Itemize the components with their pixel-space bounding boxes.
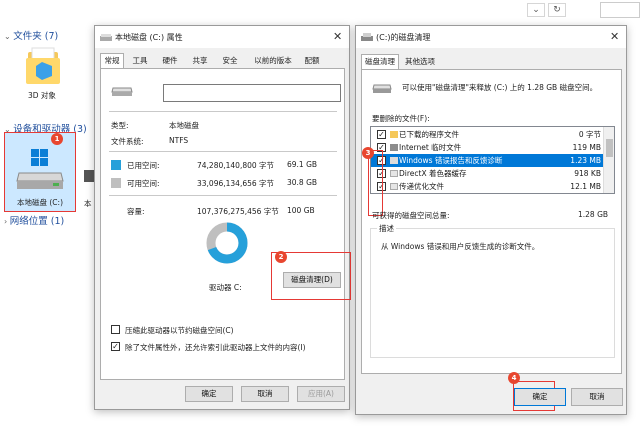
folder-icon [390,131,398,138]
tab-disk-cleanup[interactable]: 磁盘清理 [361,54,399,70]
search-input[interactable] [600,2,640,18]
tab-hardware[interactable]: 硬件 [158,53,182,68]
tab-general[interactable]: 常规 [100,53,124,69]
drive-icon [111,87,133,96]
cleanup-cancel-button[interactable]: 取消 [571,388,623,406]
list-item[interactable]: ✓ 已下载的程序文件 0 字节 [371,128,614,141]
tab-tools[interactable]: 工具 [128,53,152,68]
folder-3d-objects[interactable]: 3D 对象 [22,44,66,102]
cleanup-ok-button[interactable]: 确定 [514,388,566,406]
cleanup-panel: 可以使用"磁盘清理"来释放 (C:) 上的 1.28 GB 磁盘空间。 要删除的… [361,69,622,374]
cleanup-small-icon [361,33,373,41]
volume-label-input[interactable] [163,84,341,102]
tab-quota[interactable]: 配额 [300,53,324,68]
drive-icon [16,149,64,189]
section-folders[interactable]: ⌄ 文件夹 (7) [4,28,58,42]
cleanup-titlebar: (C:)的磁盘清理 ✕ [356,26,626,48]
lock-icon [390,144,398,151]
description-group: 描述 从 Windows 错误和用户反馈生成的诊断文件。 [370,223,615,358]
tab-previous-versions[interactable]: 以前的版本 [248,53,298,68]
close-icon[interactable]: ✕ [610,30,619,43]
cleanup-tabs: 磁盘清理 其他选项 [361,54,621,70]
file-icon [390,183,398,190]
free-space-swatch [111,178,121,188]
folder-icon [26,47,60,84]
dropdown-button[interactable]: ⌄ [527,3,545,17]
drive-small-icon [100,34,112,41]
properties-ok-button[interactable]: 确定 [185,386,233,402]
usage-donut-chart [206,222,248,264]
cleanup-drive-icon [372,84,392,93]
properties-apply-button[interactable]: 应用(A) [297,386,345,402]
chevron-down-icon: ⌄ [4,32,11,41]
separator [109,151,337,152]
disk-cleanup-dialog: (C:)的磁盘清理 ✕ 磁盘清理 其他选项 可以使用"磁盘清理"来释放 (C:)… [355,25,627,415]
properties-cancel-button[interactable]: 取消 [241,386,289,402]
close-icon[interactable]: ✕ [333,30,342,43]
general-panel: 类型: 本地磁盘 文件系统: NTFS 已用空间: 74,280,140,800… [100,68,351,380]
separator [109,111,337,112]
list-scrollbar[interactable] [603,127,614,193]
list-item[interactable]: ✓ Internet 临时文件 119 MB [371,141,614,154]
compress-checkbox[interactable] [111,325,120,334]
item-checkbox[interactable]: ✓ [377,130,386,139]
chevron-right-icon: › [4,217,8,226]
file-icon [390,157,398,164]
scrollbar-thumb[interactable] [606,139,613,157]
highlight-box-checkboxes [368,150,383,216]
list-item-selected[interactable]: ✓ Windows 错误报告和反馈诊断 1.23 MB [371,154,614,167]
explorer-toolbar: ↻ ⌄ [0,0,640,20]
used-space-swatch [111,160,121,170]
separator [109,195,337,196]
refresh-button[interactable]: ↻ [548,3,566,17]
files-list[interactable]: ✓ 已下载的程序文件 0 字节 ✓ Internet 临时文件 119 MB ✓… [370,126,615,194]
section-network[interactable]: › 网络位置 (1) [4,213,64,227]
tab-security[interactable]: 安全 [218,53,242,68]
properties-tabs: 常规 工具 硬件 共享 安全 以前的版本 配额 [100,53,346,69]
disk-properties-dialog: 本地磁盘 (C:) 属性 ✕ 常规 工具 硬件 共享 安全 以前的版本 配额 类… [94,25,351,410]
list-item[interactable]: ✓ DirectX 着色器缓存 918 KB [371,167,614,180]
properties-titlebar: 本地磁盘 (C:) 属性 ✕ [95,26,349,48]
file-icon [390,170,398,177]
tab-other-options[interactable]: 其他选项 [401,54,439,69]
step-badge-2: 2 [275,251,287,263]
tab-sharing[interactable]: 共享 [188,53,212,68]
disk-cleanup-button[interactable]: 磁盘清理(D) [283,272,341,288]
index-checkbox[interactable]: ✓ [111,342,120,351]
step-badge-4: 4 [508,372,520,384]
list-item[interactable]: ✓ 传递优化文件 12.1 MB [371,180,614,193]
step-badge-1: 1 [51,133,63,145]
step-badge-3: 3 [362,147,374,159]
local-disk-c-tile[interactable]: 本地磁盘 (C:) [4,132,76,212]
